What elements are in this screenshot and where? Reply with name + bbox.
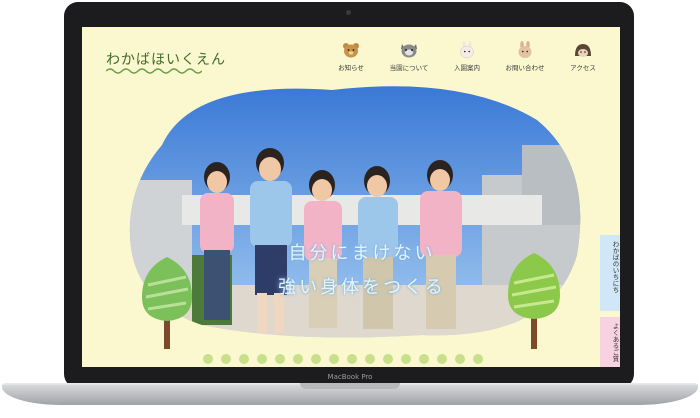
nav-item-contact[interactable]: お問い合わせ	[496, 41, 554, 72]
nav-label-admission: 入園案内	[454, 64, 480, 72]
fox-icon	[518, 41, 532, 58]
nav-label-contact: お問い合わせ	[505, 64, 545, 72]
hero-catch-line2: 強い身体をつくる	[278, 277, 446, 298]
laptop-notch	[300, 383, 400, 389]
nav-item-admission[interactable]: 入園案内	[438, 41, 496, 72]
nav-item-news[interactable]: お知らせ	[322, 41, 380, 72]
site-logo[interactable]: わかばほいくえん	[106, 49, 226, 69]
device-model-label: MacBook Pro	[327, 373, 373, 381]
tree-right-illustration	[508, 253, 560, 349]
nav-label-about: 当園について	[389, 64, 429, 72]
main-nav: お知らせ 当園について 入園案内 お問い合わせ アクセス	[322, 41, 612, 72]
logo-wave-decoration	[106, 68, 202, 74]
hedgehog-icon	[575, 44, 591, 57]
nav-label-access: アクセス	[570, 64, 596, 72]
website-screen: わかばほいくえん お知らせ 当園について 入園案内 お問い合わせ アクセス 自分…	[82, 27, 620, 367]
nav-item-access[interactable]: アクセス	[554, 41, 612, 72]
laptop-frame: わかばほいくえん お知らせ 当園について 入園案内 お問い合わせ アクセス 自分…	[0, 0, 700, 418]
nav-item-about[interactable]: 当園について	[380, 41, 438, 72]
tree-left-illustration	[142, 257, 192, 349]
camera	[346, 10, 351, 15]
raccoon-icon	[401, 44, 417, 58]
rabbit-icon	[460, 41, 474, 59]
bear-icon	[343, 43, 359, 58]
nav-label-news: お知らせ	[338, 64, 364, 72]
decorative-dots	[203, 354, 483, 364]
hero-catch-line1: 自分にまけない	[288, 243, 436, 264]
side-tab-daily[interactable]: わかばのいちにち	[600, 235, 620, 311]
side-tab-faq[interactable]: よくあるご質	[600, 317, 620, 367]
